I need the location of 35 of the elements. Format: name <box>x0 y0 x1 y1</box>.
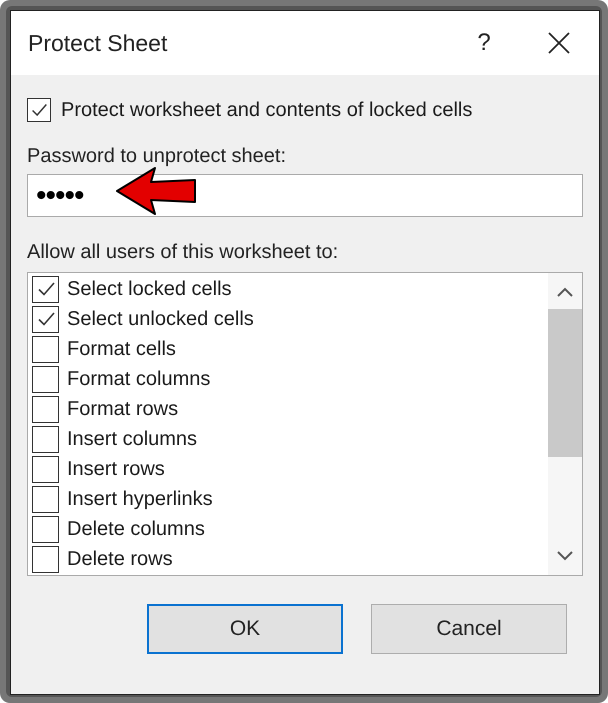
scrollbar-thumb[interactable] <box>548 309 582 457</box>
checkbox[interactable] <box>32 516 59 542</box>
help-button[interactable]: ? <box>449 29 519 57</box>
checkbox-label: Delete columns <box>67 518 205 540</box>
checkbox[interactable] <box>32 456 59 482</box>
checkbox-label: Insert rows <box>67 458 165 480</box>
password-field[interactable]: ••••• <box>27 174 583 217</box>
scroll-down-icon[interactable] <box>557 551 573 561</box>
close-icon <box>547 31 571 55</box>
checkbox-label: Select locked cells <box>67 278 232 300</box>
list-label: Allow all users of this worksheet to: <box>27 241 340 264</box>
checkbox-label: Protect worksheet and contents of locked cells <box>61 98 472 122</box>
checkbox-label: Format columns <box>67 368 210 390</box>
checkbox[interactable] <box>32 396 59 422</box>
checkbox[interactable] <box>32 546 59 572</box>
checkbox-label: Format rows <box>67 398 178 420</box>
checkbox[interactable] <box>32 426 59 452</box>
dialog-button[interactable]: OK <box>147 604 343 654</box>
checkbox-label: Delete rows <box>67 548 173 570</box>
window-title: Protect Sheet <box>28 30 168 56</box>
checkbox[interactable] <box>32 306 59 332</box>
checkbox[interactable] <box>32 486 59 512</box>
checkbox[interactable] <box>32 276 59 302</box>
checkbox-label: Select unlocked cells <box>67 308 254 330</box>
checkbox[interactable] <box>32 336 59 362</box>
scroll-up-icon[interactable] <box>557 287 573 297</box>
checkbox-label: Insert columns <box>67 428 198 450</box>
checkbox[interactable] <box>32 366 59 392</box>
field-label: Password to unprotect sheet: <box>27 145 288 168</box>
checkbox[interactable] <box>27 98 51 122</box>
checkbox-label: Format cells <box>67 338 176 360</box>
arrow-icon <box>115 166 199 216</box>
dialog-button[interactable]: Cancel <box>371 604 567 654</box>
checkbox-label: Insert hyperlinks <box>67 488 213 510</box>
scrollbar[interactable] <box>548 273 582 575</box>
